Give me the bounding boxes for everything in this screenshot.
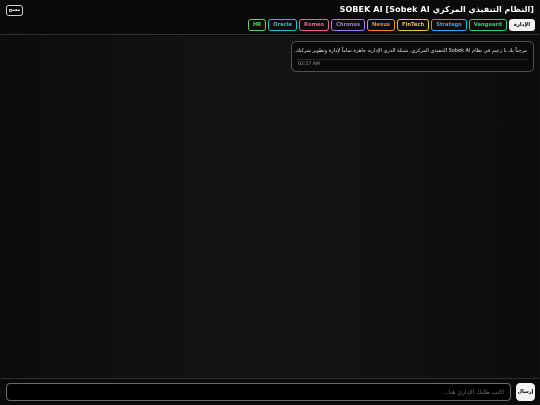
tab-oracle[interactable]: Oracle <box>268 19 298 31</box>
tab-stratego[interactable]: Stratego <box>431 19 467 31</box>
tab-management[interactable]: الإدارة <box>508 19 535 31</box>
message-bubble: مرحباً بك يا زعيم في نظام Sobek AI التنف… <box>291 41 534 72</box>
message-divider <box>297 59 528 60</box>
chat-area[interactable]: مرحباً بك يا زعيم في نظام Sobek AI التنف… <box>1 36 539 378</box>
send-button[interactable]: إرسال <box>516 383 535 401</box>
tab-romeo[interactable]: Romeo <box>299 19 330 31</box>
input-bar: إرسال <box>1 378 539 404</box>
message-timestamp: 02:57 AM <box>298 62 320 67</box>
tab-chronos[interactable]: Chronos <box>331 19 366 31</box>
department-tabs: الإدارة Vanguard Stratego FinTech Nexus … <box>247 19 535 31</box>
tab-nexus[interactable]: Nexus <box>367 19 396 31</box>
tab-vanguard[interactable]: Vanguard <box>468 19 507 31</box>
app-window: SOBEK AI [Sobek AI النظام التنفيذي المرك… <box>0 0 540 405</box>
tab-hr[interactable]: HR <box>247 19 267 31</box>
message-text: مرحباً بك يا زعيم في نظام Sobek AI التنف… <box>294 48 527 54</box>
app-title: SOBEK AI [Sobek AI النظام التنفيذي المرك… <box>339 5 534 14</box>
header: SOBEK AI [Sobek AI النظام التنفيذي المرك… <box>1 1 539 35</box>
message-input[interactable] <box>6 383 511 401</box>
tab-fintech[interactable]: FinTech <box>397 19 430 31</box>
clear-button[interactable]: مسح <box>6 5 23 16</box>
